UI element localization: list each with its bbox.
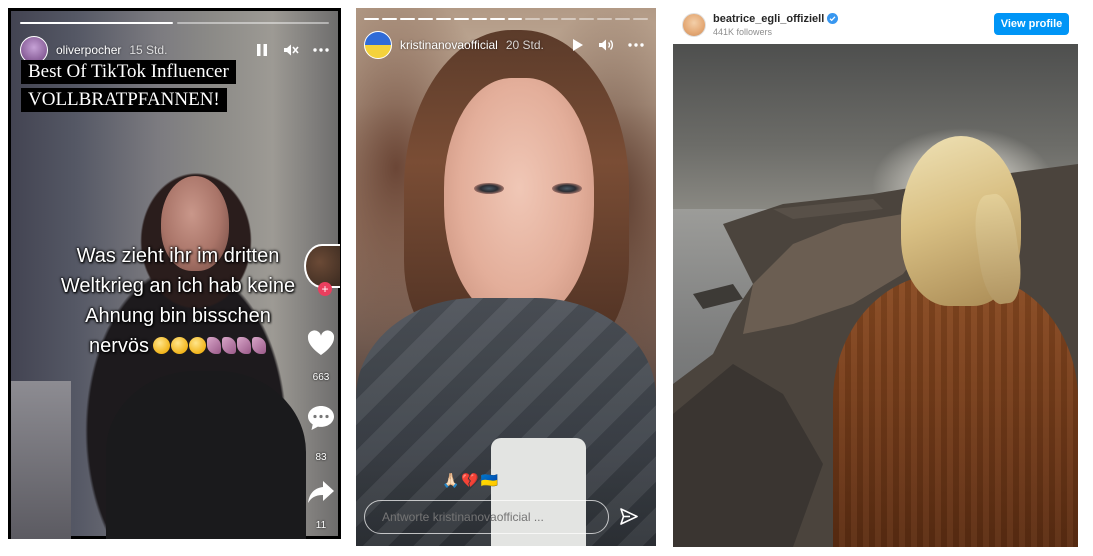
caption-line: nervös bbox=[88, 335, 150, 357]
volume-icon[interactable] bbox=[598, 38, 614, 52]
progress-segment bbox=[525, 18, 541, 20]
post-photo[interactable] bbox=[673, 44, 1078, 547]
caption-line: Ahnung bin bisschen bbox=[85, 305, 271, 327]
progress-segment bbox=[597, 18, 613, 20]
progress-segment bbox=[561, 18, 577, 20]
comment-icon bbox=[306, 404, 336, 432]
progress-segment bbox=[489, 18, 505, 20]
more-icon[interactable] bbox=[628, 43, 644, 47]
caption-line: Was zieht ihr im dritten bbox=[76, 245, 280, 267]
progress-segment bbox=[417, 18, 433, 20]
progress-segment bbox=[176, 22, 329, 24]
tiktok-caption: Was zieht ihr im dritten Weltkrieg an ic… bbox=[28, 241, 328, 361]
story-username[interactable]: oliverpocher bbox=[56, 43, 121, 57]
heart-icon bbox=[306, 329, 336, 356]
person-eye bbox=[552, 183, 582, 194]
person-jacket bbox=[833, 274, 1078, 547]
progress-segment bbox=[579, 18, 595, 20]
overlay-title-line-1: Best Of TikTok Influencer bbox=[21, 60, 236, 84]
view-profile-button[interactable]: View profile bbox=[994, 13, 1069, 35]
send-icon[interactable] bbox=[619, 507, 639, 527]
progress-segment bbox=[453, 18, 469, 20]
verified-badge-icon bbox=[827, 13, 839, 27]
quick-reaction-emojis[interactable]: 🙏🏻💔🇺🇦 bbox=[442, 472, 500, 489]
mute-icon[interactable] bbox=[283, 43, 299, 57]
share-icon bbox=[306, 479, 336, 505]
caption-emojis bbox=[153, 331, 267, 361]
story-avatar[interactable] bbox=[364, 31, 392, 59]
flushed-emoji-icon bbox=[189, 337, 207, 354]
person-eye bbox=[474, 183, 504, 194]
caption-line: Weltkrieg an ich hab keine bbox=[60, 275, 296, 297]
progress-segment bbox=[543, 18, 559, 20]
avatar[interactable] bbox=[682, 13, 706, 37]
post-header: beatrice_egli_offiziell 441K followers V… bbox=[673, 0, 1078, 45]
flushed-emoji-icon bbox=[171, 337, 189, 354]
story-time: 15 Std. bbox=[129, 43, 168, 57]
person-face bbox=[444, 78, 594, 323]
progress-segment bbox=[381, 18, 397, 20]
like-count: 663 bbox=[312, 372, 330, 383]
play-icon[interactable] bbox=[572, 38, 584, 52]
person-shirt bbox=[106, 371, 306, 539]
progress-segment bbox=[364, 18, 379, 20]
post-username[interactable]: beatrice_egli_offiziell bbox=[713, 13, 824, 25]
story-time: 20 Std. bbox=[505, 38, 544, 52]
story-controls bbox=[255, 43, 329, 57]
story-panel-oliverpocher: oliverpocher 15 Std. Best Of TikTok Infl… bbox=[8, 8, 341, 539]
overlay-title-line-2: VOLLBRATPFANNEN! bbox=[21, 88, 227, 112]
post-username-row: beatrice_egli_offiziell bbox=[713, 13, 839, 27]
story-header: kristinanovaofficial 20 Std. bbox=[364, 30, 644, 60]
story-controls bbox=[572, 38, 644, 52]
follower-count: 441K followers bbox=[713, 27, 773, 37]
nail-polish-emoji-icon bbox=[237, 337, 252, 354]
pause-icon[interactable] bbox=[255, 43, 269, 57]
nail-polish-emoji-icon bbox=[207, 337, 222, 354]
flushed-emoji-icon bbox=[153, 337, 171, 354]
caption-line-last: nervös bbox=[28, 331, 328, 361]
story-progress-bar bbox=[364, 18, 648, 20]
progress-segment bbox=[507, 18, 523, 20]
share-count: 11 bbox=[315, 520, 327, 531]
nail-polish-emoji-icon bbox=[252, 337, 267, 354]
progress-segment bbox=[20, 22, 173, 24]
progress-segment bbox=[615, 18, 631, 20]
more-icon[interactable] bbox=[313, 48, 329, 52]
story-reply-input[interactable] bbox=[364, 500, 609, 534]
progress-segment bbox=[471, 18, 487, 20]
progress-segment bbox=[399, 18, 415, 20]
follow-plus-icon: + bbox=[318, 282, 332, 296]
story-progress-bar bbox=[20, 22, 329, 24]
progress-segment bbox=[435, 18, 451, 20]
progress-segment bbox=[633, 18, 648, 20]
story-username[interactable]: kristinanovaofficial bbox=[400, 38, 498, 52]
story-panel-kristinanova: kristinanovaofficial 20 Std. 🙏🏻💔🇺🇦 bbox=[356, 8, 656, 546]
comment-count: 83 bbox=[315, 452, 327, 463]
background-couch bbox=[11, 381, 71, 539]
nail-polish-emoji-icon bbox=[222, 337, 237, 354]
instagram-post-embed: beatrice_egli_offiziell 441K followers V… bbox=[673, 0, 1078, 547]
